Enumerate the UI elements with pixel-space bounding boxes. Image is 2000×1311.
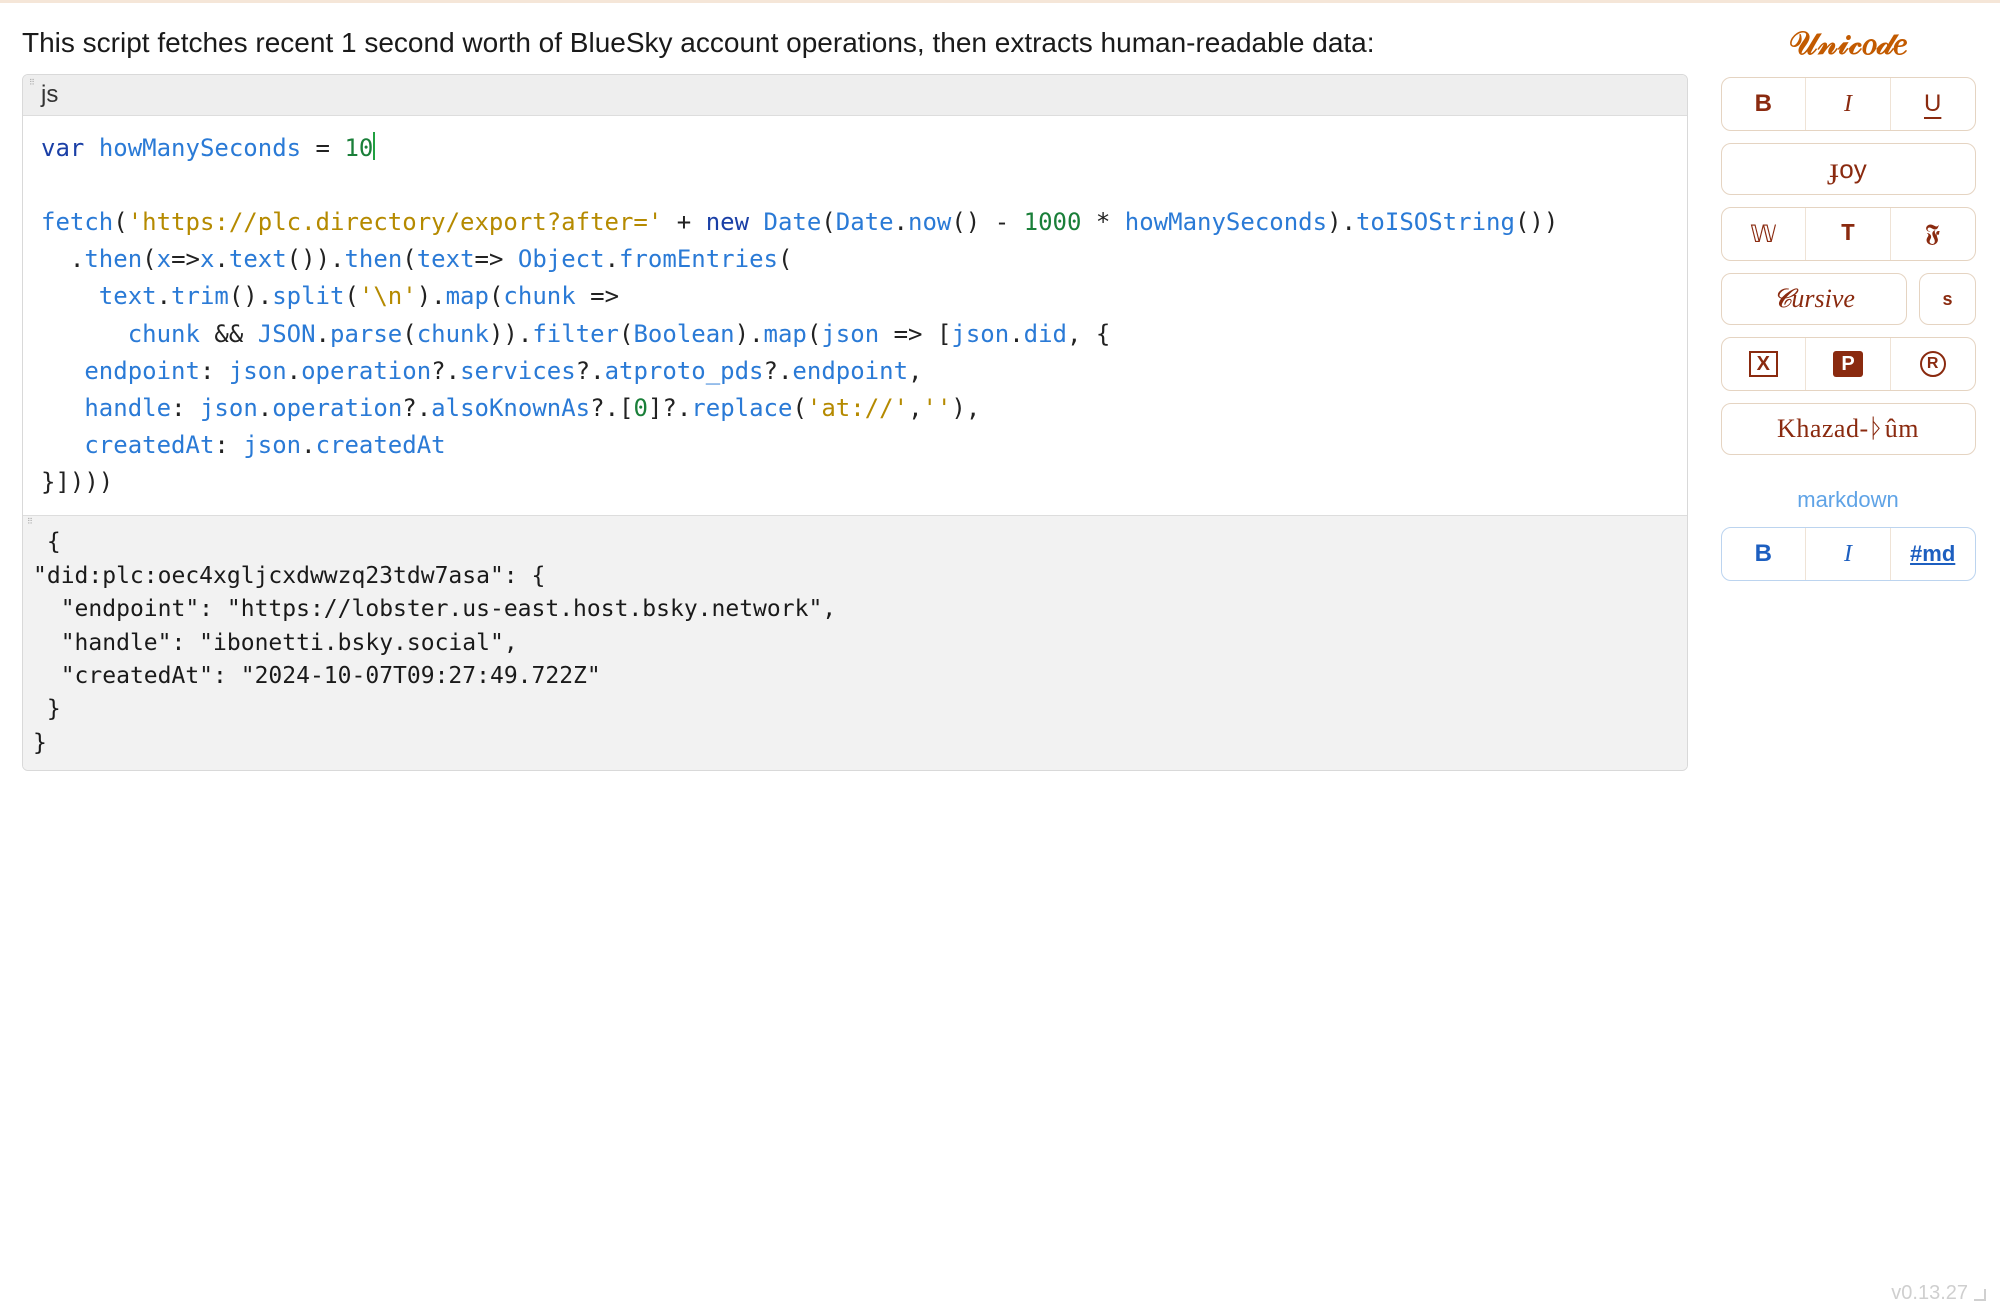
doublestruck-button[interactable]: 𝕎 — [1722, 208, 1806, 260]
khazad-button[interactable]: Khazad-ᚦûm — [1721, 403, 1976, 455]
code-card: ⠿ js var howManySeconds = 10 fetch('http… — [22, 74, 1688, 771]
resize-corner-icon[interactable] — [1972, 1287, 1986, 1301]
formatting-sidebar: 𝒰𝓃𝒾𝒸𝑜𝒹𝑒 B I U ɟᴊoyoy 𝕎 T 𝕱 𝓒ursive s X P — [1718, 23, 1978, 581]
version-label: v0.13.27 — [1891, 1282, 1986, 1305]
markdown-row: B I #md — [1721, 527, 1976, 581]
fraktur-button[interactable]: 𝕱 — [1890, 208, 1975, 260]
markdown-section-title: markdown — [1797, 487, 1898, 513]
code-language-header[interactable]: ⠿ js — [23, 75, 1687, 116]
superscript-button[interactable]: s — [1919, 273, 1975, 325]
bold-button[interactable]: B — [1722, 78, 1806, 130]
md-bold-button[interactable]: B — [1722, 528, 1806, 580]
style-row-basic: B I U — [1721, 77, 1976, 131]
language-label: js — [41, 81, 58, 108]
parking-button[interactable]: P — [1805, 338, 1890, 390]
code-editor[interactable]: var howManySeconds = 10 fetch('https://p… — [23, 116, 1687, 516]
boxed-button[interactable]: X — [1722, 338, 1806, 390]
description-text: This script fetches recent 1 second wort… — [22, 23, 1688, 64]
code-output[interactable]: ⠿ { "did:plc:oec4xgljcxdwwzq23tdw7asa": … — [23, 515, 1687, 769]
typewriter-button[interactable]: T — [1805, 208, 1890, 260]
id-hms: howManySeconds — [99, 134, 301, 162]
num-10: 10 — [344, 134, 373, 162]
style-row-fonts: 𝕎 T 𝕱 — [1721, 207, 1976, 261]
style-row-boxed: X P R — [1721, 337, 1976, 391]
md-italic-button[interactable]: I — [1805, 528, 1890, 580]
italic-button[interactable]: I — [1805, 78, 1890, 130]
underline-button[interactable]: U — [1890, 78, 1975, 130]
cursive-button[interactable]: 𝓒ursive — [1721, 273, 1908, 325]
circled-button[interactable]: R — [1890, 338, 1975, 390]
kw-var: var — [41, 134, 84, 162]
md-heading-button[interactable]: #md — [1890, 528, 1975, 580]
unicode-section-title: 𝒰𝓃𝒾𝒸𝑜𝒹𝑒 — [1789, 25, 1907, 63]
drag-grip-icon[interactable]: ⠿ — [27, 516, 34, 528]
text-caret-icon — [373, 132, 375, 160]
drag-grip-icon[interactable]: ⠿ — [29, 78, 36, 87]
output-text: { "did:plc:oec4xgljcxdwwzq23tdw7asa": { … — [33, 529, 836, 755]
joy-button[interactable]: ɟᴊoyoy — [1721, 143, 1976, 195]
